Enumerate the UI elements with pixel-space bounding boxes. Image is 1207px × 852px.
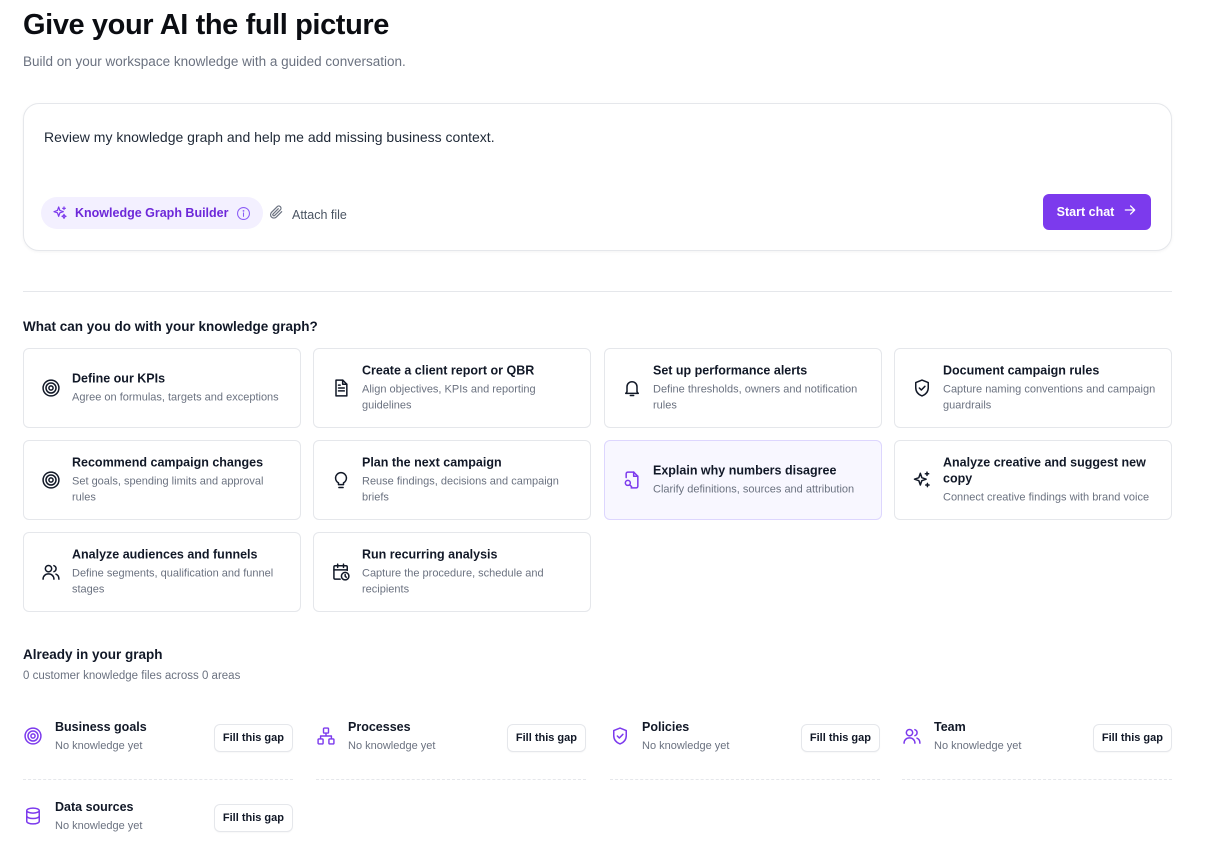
card-title: Analyze audiences and funnels bbox=[72, 547, 258, 562]
card-description: Connect creative findings with brand voi… bbox=[943, 491, 1150, 504]
suggestion-card-recommend-changes[interactable]: Recommend campaign changes Set goals, sp… bbox=[23, 440, 301, 520]
shield-check-icon bbox=[610, 726, 630, 746]
chat-composer: Review my knowledge graph and help me ad… bbox=[23, 103, 1172, 251]
card-description: Define segments, qualification and funne… bbox=[72, 567, 274, 596]
card-title: Recommend campaign changes bbox=[72, 455, 264, 470]
card-description: Set goals, spending limits and approval … bbox=[72, 475, 264, 504]
fill-gap-button[interactable]: Fill this gap bbox=[213, 804, 293, 832]
suggestion-card-analyze-creative[interactable]: Analyze creative and suggest new copy Co… bbox=[894, 440, 1172, 520]
target-icon bbox=[40, 377, 62, 399]
card-description: Clarify definitions, sources and attribu… bbox=[653, 483, 855, 496]
area-name: Policies bbox=[642, 720, 690, 734]
suggestion-card-campaign-rules[interactable]: Document campaign rules Capture naming c… bbox=[894, 348, 1172, 428]
suggestion-card-client-report[interactable]: Create a client report or QBR Align obje… bbox=[313, 348, 591, 428]
users-icon bbox=[40, 561, 62, 583]
prompt-input[interactable]: Review my knowledge graph and help me ad… bbox=[44, 129, 495, 145]
area-status: No knowledge yet bbox=[55, 820, 143, 832]
chip-label: Knowledge Graph Builder bbox=[75, 206, 229, 220]
area-status: No knowledge yet bbox=[642, 740, 730, 752]
suggestion-card-audiences-funnels[interactable]: Analyze audiences and funnels Define seg… bbox=[23, 532, 301, 612]
database-icon bbox=[23, 806, 43, 826]
start-chat-label: Start chat bbox=[1056, 205, 1115, 219]
page-subtitle: Build on your workspace knowledge with a… bbox=[23, 54, 406, 69]
card-title: Explain why numbers disagree bbox=[653, 463, 837, 478]
target-icon bbox=[40, 469, 62, 491]
card-description: Align objectives, KPIs and reporting gui… bbox=[362, 383, 536, 412]
area-name: Processes bbox=[348, 720, 411, 734]
card-description: Define thresholds, owners and notificati… bbox=[653, 383, 858, 412]
sparkles-icon bbox=[911, 469, 933, 491]
area-policies: Policies No knowledge yet Fill this gap bbox=[610, 712, 880, 780]
suggestion-card-explain-numbers[interactable]: Explain why numbers disagree Clarify def… bbox=[604, 440, 882, 520]
sparkles-icon bbox=[52, 205, 68, 221]
fill-gap-button[interactable]: Fill this gap bbox=[506, 724, 586, 752]
graph-title: Already in your graph bbox=[23, 647, 163, 662]
card-title: Document campaign rules bbox=[943, 363, 1100, 378]
area-data-sources: Data sources No knowledge yet Fill this … bbox=[23, 792, 293, 852]
target-icon bbox=[23, 726, 43, 746]
workflow-icon bbox=[316, 726, 336, 746]
area-processes: Processes No knowledge yet Fill this gap bbox=[316, 712, 586, 780]
paperclip-icon bbox=[268, 204, 284, 225]
start-chat-button[interactable]: Start chat bbox=[1043, 194, 1151, 230]
bell-icon bbox=[621, 377, 643, 399]
calendar-clock-icon bbox=[330, 561, 352, 583]
area-name: Team bbox=[934, 720, 966, 734]
attach-file-label: Attach file bbox=[292, 207, 347, 222]
fill-gap-button[interactable]: Fill this gap bbox=[800, 724, 880, 752]
area-status: No knowledge yet bbox=[348, 740, 436, 752]
card-title: Define our KPIs bbox=[72, 371, 166, 386]
card-title: Analyze creative and suggest new copy bbox=[943, 455, 1146, 486]
suggestions-title: What can you do with your knowledge grap… bbox=[23, 319, 318, 334]
lightbulb-icon bbox=[330, 469, 352, 491]
attach-file-button[interactable]: Attach file bbox=[268, 204, 347, 225]
card-description: Agree on formulas, targets and exception… bbox=[72, 391, 279, 404]
document-icon bbox=[330, 377, 352, 399]
fill-gap-button[interactable]: Fill this gap bbox=[213, 724, 293, 752]
card-title: Create a client report or QBR bbox=[362, 363, 535, 378]
suggestion-card-plan-campaign[interactable]: Plan the next campaign Reuse findings, d… bbox=[313, 440, 591, 520]
users-icon bbox=[902, 726, 922, 746]
area-status: No knowledge yet bbox=[55, 740, 143, 752]
area-name: Business goals bbox=[55, 720, 147, 734]
shield-check-icon bbox=[911, 377, 933, 399]
section-divider bbox=[23, 291, 1172, 292]
card-title: Set up performance alerts bbox=[653, 363, 808, 378]
card-title: Run recurring analysis bbox=[362, 547, 498, 562]
area-business-goals: Business goals No knowledge yet Fill thi… bbox=[23, 712, 293, 780]
area-name: Data sources bbox=[55, 800, 134, 814]
card-description: Capture the procedure, schedule and reci… bbox=[362, 567, 544, 596]
info-icon[interactable] bbox=[236, 206, 251, 221]
fill-gap-button[interactable]: Fill this gap bbox=[1092, 724, 1172, 752]
card-description: Capture naming conventions and campaign … bbox=[943, 383, 1156, 412]
arrow-right-icon bbox=[1123, 203, 1137, 222]
suggestion-card-performance-alerts[interactable]: Set up performance alerts Define thresho… bbox=[604, 348, 882, 428]
suggestion-card-recurring-analysis[interactable]: Run recurring analysis Capture the proce… bbox=[313, 532, 591, 612]
area-team: Team No knowledge yet Fill this gap bbox=[902, 712, 1172, 780]
graph-summary: 0 customer knowledge files across 0 area… bbox=[23, 670, 241, 682]
knowledge-graph-builder-chip[interactable]: Knowledge Graph Builder bbox=[41, 197, 263, 229]
file-search-icon bbox=[621, 469, 643, 491]
area-status: No knowledge yet bbox=[934, 740, 1022, 752]
suggestion-card-define-kpis[interactable]: Define our KPIs Agree on formulas, targe… bbox=[23, 348, 301, 428]
card-description: Reuse findings, decisions and campaign b… bbox=[362, 475, 559, 504]
card-title: Plan the next campaign bbox=[362, 455, 502, 470]
page-title: Give your AI the full picture bbox=[23, 9, 389, 41]
